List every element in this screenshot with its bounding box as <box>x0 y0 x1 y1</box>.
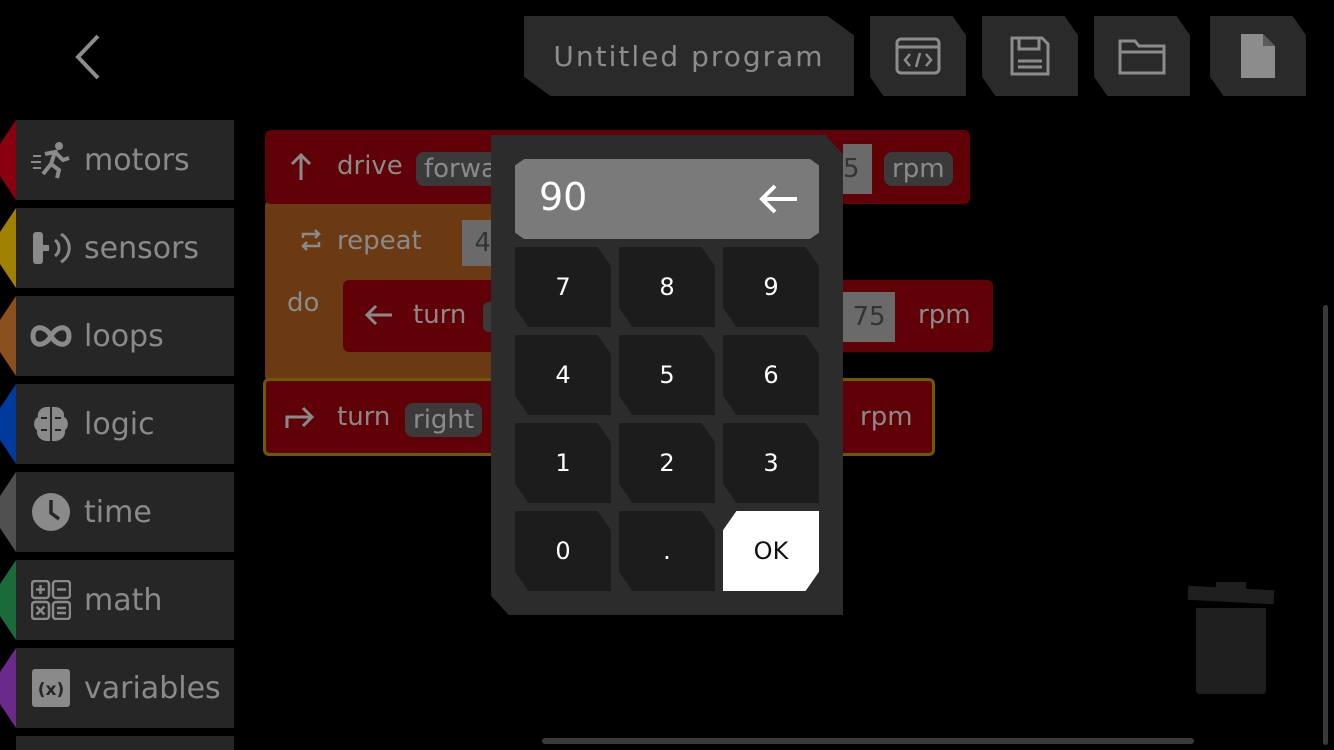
arrow-left-icon <box>759 184 797 214</box>
new-file-button[interactable] <box>1210 16 1306 96</box>
category-label: sensors <box>84 230 200 266</box>
key-4[interactable]: 4 <box>515 335 611 415</box>
code-icon <box>895 37 941 75</box>
open-folder-button[interactable] <box>1094 16 1190 96</box>
code-view-button[interactable] <box>870 16 966 96</box>
category-label: loops <box>84 318 164 354</box>
category-label: logic <box>84 406 155 442</box>
arrow-left-icon <box>364 302 394 328</box>
category-color <box>0 472 16 552</box>
repeat-label: repeat <box>337 226 422 256</box>
workspace-scrollbar[interactable] <box>1323 305 1328 745</box>
key-8[interactable]: 8 <box>619 247 715 327</box>
category-color <box>0 384 16 464</box>
turn-label: turn <box>413 300 467 330</box>
category-label: math <box>84 582 163 618</box>
key-1[interactable]: 1 <box>515 423 611 503</box>
drive-direction-dropdown[interactable]: forwa <box>416 152 499 186</box>
keypad-display: 90 <box>515 159 819 239</box>
category-color <box>0 560 16 640</box>
key-3[interactable]: 3 <box>723 423 819 503</box>
brain-icon <box>30 403 72 445</box>
turn-right-unit-label: rpm <box>860 402 913 432</box>
turn-speed-field[interactable]: 75 <box>843 292 895 342</box>
infinity-icon <box>30 315 72 357</box>
calculator-icon <box>30 579 72 621</box>
trash-icon[interactable] <box>1186 580 1276 696</box>
category-math[interactable]: math <box>0 560 234 640</box>
arrow-right-turn-icon <box>285 404 315 430</box>
drive-speed-field[interactable]: 5 <box>843 144 872 194</box>
category-next-partial[interactable] <box>16 736 234 750</box>
program-title[interactable]: Untitled program <box>524 16 854 96</box>
turn-direction-dropdown[interactable] <box>483 302 491 332</box>
file-icon <box>1241 34 1275 78</box>
key-7[interactable]: 7 <box>515 247 611 327</box>
key-2[interactable]: 2 <box>619 423 715 503</box>
category-color <box>0 648 16 728</box>
turn-right-direction-dropdown[interactable]: right <box>405 403 483 437</box>
repeat-icon <box>300 228 322 252</box>
turn-right-label: turn <box>337 402 391 432</box>
keypad-value: 90 <box>539 175 588 219</box>
back-button[interactable] <box>70 30 110 84</box>
repeat-count-field[interactable]: 4 <box>462 220 493 266</box>
do-label: do <box>287 288 320 318</box>
category-label: variables <box>84 670 221 706</box>
category-color <box>0 208 16 288</box>
folder-icon <box>1118 39 1166 75</box>
key-5[interactable]: 5 <box>619 335 715 415</box>
home-indicator <box>542 738 1194 744</box>
variable-icon: (x) <box>30 667 72 709</box>
chevron-left-icon <box>75 34 100 80</box>
runner-icon <box>30 139 72 181</box>
key-9[interactable]: 9 <box>723 247 819 327</box>
clock-icon <box>30 491 72 533</box>
category-sensors[interactable]: sensors <box>0 208 234 288</box>
drive-unit-dropdown[interactable]: rpm <box>884 152 953 186</box>
backspace-button[interactable] <box>757 179 801 219</box>
turn-unit-label: rpm <box>918 300 971 330</box>
ok-button[interactable]: OK <box>723 511 819 591</box>
category-motors[interactable]: motors <box>0 120 234 200</box>
save-button[interactable] <box>982 16 1078 96</box>
floppy-disk-icon <box>1010 36 1050 76</box>
key-6[interactable]: 6 <box>723 335 819 415</box>
category-label: time <box>84 494 152 530</box>
category-logic[interactable]: logic <box>0 384 234 464</box>
category-time[interactable]: time <box>0 472 234 552</box>
arrow-up-icon <box>290 152 312 182</box>
key-decimal[interactable]: . <box>619 511 715 591</box>
sensor-icon <box>30 227 72 269</box>
category-loops[interactable]: loops <box>0 296 234 376</box>
category-color <box>0 296 16 376</box>
drive-label: drive <box>337 151 403 181</box>
category-label: motors <box>84 142 190 178</box>
key-0[interactable]: 0 <box>515 511 611 591</box>
category-color <box>0 120 16 200</box>
svg-text:(x): (x) <box>38 680 65 700</box>
category-variables[interactable]: (x) variables <box>0 648 234 728</box>
